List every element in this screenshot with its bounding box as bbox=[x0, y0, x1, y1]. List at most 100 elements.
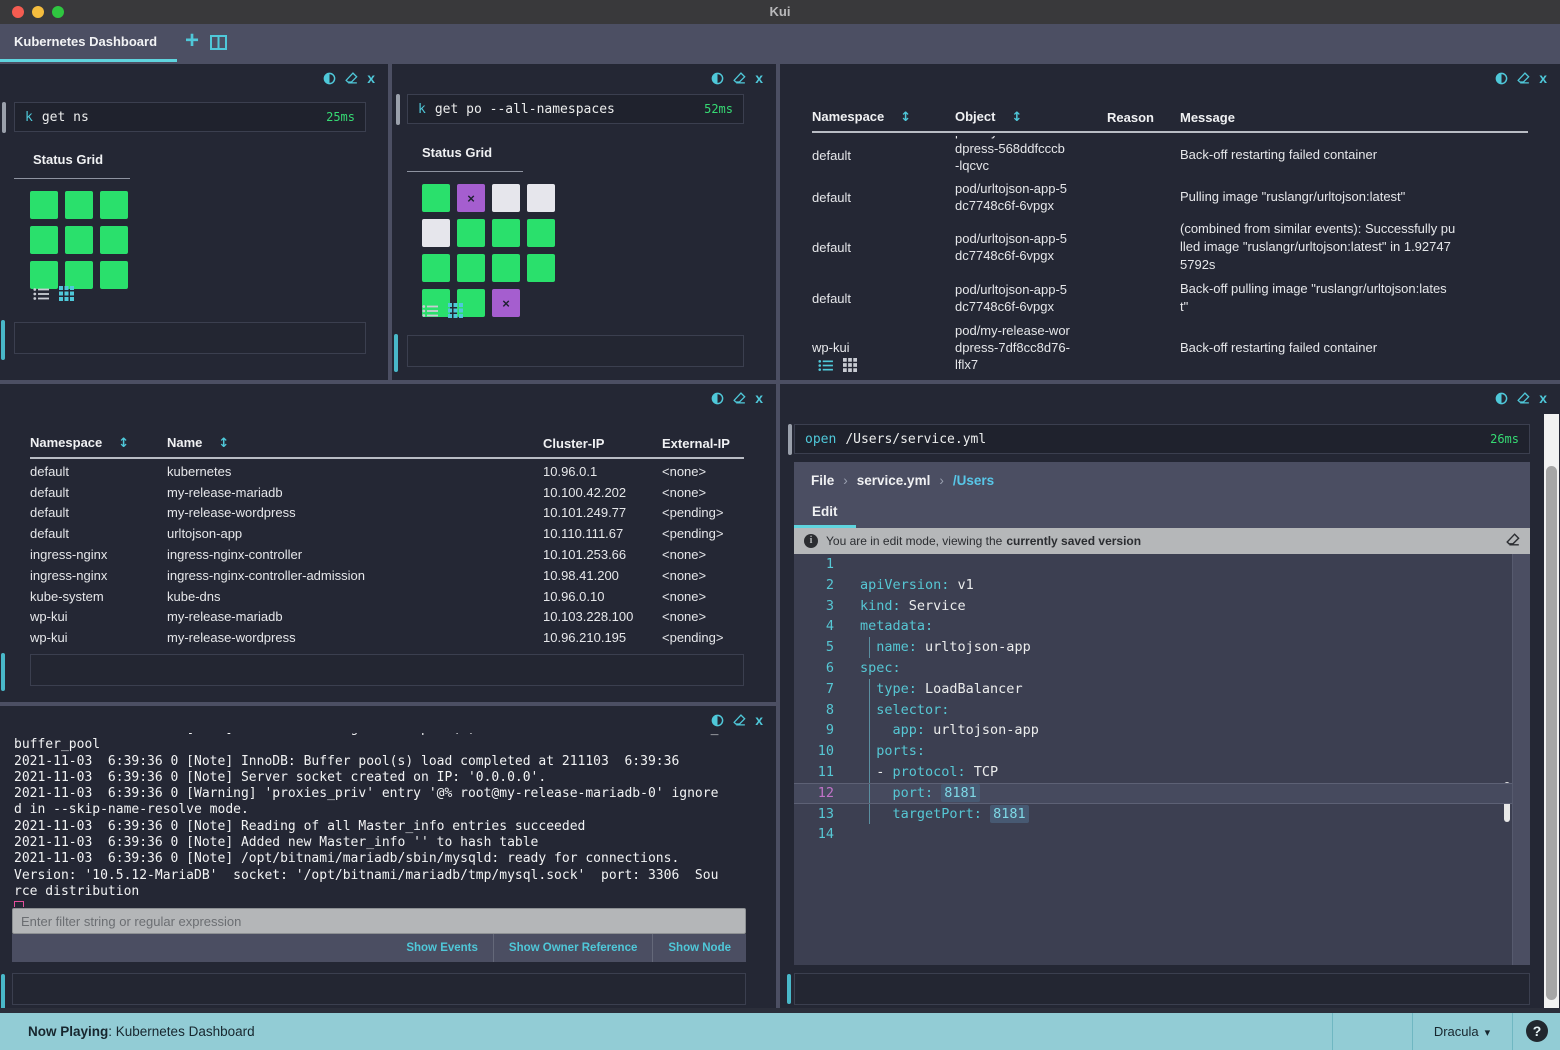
status-tile-ok[interactable] bbox=[30, 191, 58, 219]
table-row[interactable]: defaulturltojson-app10.110.111.67<pendin… bbox=[30, 523, 744, 544]
cell-object[interactable]: pod/urltojson-app-5 dc7748c6f-6vpgx bbox=[955, 281, 1107, 315]
status-tile-error[interactable]: × bbox=[492, 289, 520, 317]
tab-kubernetes-dashboard[interactable]: Kubernetes Dashboard bbox=[0, 24, 177, 62]
status-tile-ok[interactable] bbox=[492, 254, 520, 282]
table-row[interactable]: defaultmy-release-wordpress10.101.249.77… bbox=[30, 503, 744, 524]
editor-line-active[interactable]: 12 port: 8181 bbox=[794, 783, 1512, 804]
show-events-button[interactable]: Show Events bbox=[391, 934, 493, 962]
table-row[interactable]: ingress-nginxingress-nginx-controller10.… bbox=[30, 544, 744, 565]
sidecar-scrollbar-thumb[interactable] bbox=[1546, 466, 1557, 1000]
repl-input[interactable] bbox=[407, 335, 744, 367]
cell-name[interactable]: ingress-nginx-controller-admission bbox=[167, 568, 543, 583]
table-row[interactable]: defaultkubernetes10.96.0.1<none> bbox=[30, 461, 744, 482]
revert-eraser-icon[interactable] bbox=[1506, 533, 1520, 549]
command-block-open[interactable]: open /Users/service.yml 26ms bbox=[794, 424, 1530, 454]
breadcrumb-filename[interactable]: service.yml bbox=[857, 473, 931, 488]
theme-selector[interactable]: Dracula▾ bbox=[1412, 1013, 1512, 1050]
editor-line[interactable]: 2apiVersion: v1 bbox=[794, 575, 1512, 596]
command-block-get-pods[interactable]: k get po --all-namespaces 52ms bbox=[407, 94, 744, 124]
table-row[interactable]: defaultpod/urltojson-app-5 dc7748c6f-6vp… bbox=[812, 177, 1528, 217]
col-name[interactable]: Name↕ bbox=[167, 435, 543, 451]
breadcrumb-file[interactable]: File bbox=[811, 473, 834, 488]
cell-name[interactable]: my-release-mariadb bbox=[167, 609, 543, 624]
editor-line[interactable]: 8 selector: bbox=[794, 700, 1512, 721]
cell-name[interactable]: kubernetes bbox=[167, 464, 543, 479]
sort-icon[interactable]: ↕ bbox=[1011, 110, 1022, 125]
filter-input[interactable] bbox=[12, 908, 746, 934]
cell-object[interactable]: pod/my-release-wor dpress-568ddfcccb -lq… bbox=[955, 136, 1107, 174]
status-tile-ok[interactable] bbox=[492, 219, 520, 247]
table-row[interactable]: defaultmy-release-mariadb10.100.42.202<n… bbox=[30, 482, 744, 503]
yaml-editor[interactable]: 12apiVersion: v13kind: Service4metadata:… bbox=[794, 554, 1513, 965]
col-namespace[interactable]: Namespace↕ bbox=[812, 109, 955, 125]
table-row[interactable]: defaultpod/my-release-wor dpress-568ddfc… bbox=[812, 133, 1528, 177]
table-row[interactable]: wp-kuimy-release-wordpress10.96.210.195<… bbox=[30, 627, 744, 648]
close-panel-icon[interactable]: x bbox=[755, 714, 763, 726]
repl-input[interactable] bbox=[12, 973, 746, 1005]
status-tile-ok[interactable] bbox=[527, 219, 555, 247]
status-grid-tab[interactable]: Status Grid bbox=[422, 145, 492, 160]
status-tile-ok[interactable] bbox=[100, 261, 128, 289]
clear-panel-icon[interactable] bbox=[1517, 72, 1530, 84]
repl-input[interactable] bbox=[14, 322, 366, 354]
clear-panel-icon[interactable] bbox=[345, 72, 358, 84]
status-tile-ok[interactable] bbox=[65, 261, 93, 289]
col-object[interactable]: Object↕ bbox=[955, 109, 1107, 125]
cell-name[interactable]: my-release-wordpress bbox=[167, 630, 543, 645]
status-tile-error[interactable]: × bbox=[457, 184, 485, 212]
split-position-icon[interactable] bbox=[711, 714, 724, 727]
close-panel-icon[interactable]: x bbox=[1539, 72, 1547, 84]
cell-name[interactable]: my-release-wordpress bbox=[167, 505, 543, 520]
editor-line[interactable]: 4metadata: bbox=[794, 616, 1512, 637]
table-row[interactable]: defaultpod/urltojson-app-5 dc7748c6f-6vp… bbox=[812, 277, 1528, 319]
editor-line[interactable]: 14 bbox=[794, 824, 1512, 845]
list-view-icon[interactable] bbox=[33, 287, 49, 306]
log-output[interactable]: 2021-11-03 6:39:35 0 [Note] InnoDB: Load… bbox=[14, 733, 746, 907]
split-position-icon[interactable] bbox=[1495, 72, 1508, 85]
cell-name[interactable]: ingress-nginx-controller bbox=[167, 547, 543, 562]
status-tile-ok[interactable] bbox=[30, 261, 58, 289]
command-block-get-ns[interactable]: k get ns 25ms bbox=[14, 102, 366, 132]
clear-panel-icon[interactable] bbox=[733, 72, 746, 84]
status-tile-ok[interactable] bbox=[422, 254, 450, 282]
editor-line[interactable]: 7 type: LoadBalancer bbox=[794, 679, 1512, 700]
clear-panel-icon[interactable] bbox=[733, 392, 746, 404]
cell-name[interactable]: kube-dns bbox=[167, 589, 543, 604]
status-tile-pending[interactable] bbox=[492, 184, 520, 212]
cell-name[interactable]: my-release-mariadb bbox=[167, 485, 543, 500]
editor-line[interactable]: 11 - protocol: TCP bbox=[794, 762, 1512, 783]
cell-name[interactable]: urltojson-app bbox=[167, 526, 543, 541]
col-namespace[interactable]: Namespace↕ bbox=[30, 435, 167, 451]
status-tile-ok[interactable] bbox=[100, 226, 128, 254]
table-row[interactable]: wp-kuipod/my-release-wor dpress-7df8cc8d… bbox=[812, 319, 1528, 376]
cell-object[interactable]: pod/urltojson-app-5 dc7748c6f-6vpgx bbox=[955, 230, 1107, 264]
split-position-icon[interactable] bbox=[711, 72, 724, 85]
grid-view-icon[interactable] bbox=[843, 358, 857, 377]
split-view-icon[interactable] bbox=[210, 35, 227, 55]
editor-line[interactable]: 3kind: Service bbox=[794, 596, 1512, 617]
sidecar-scrollbar[interactable] bbox=[1544, 414, 1559, 1008]
status-tile-ok[interactable] bbox=[422, 184, 450, 212]
status-tile-pending[interactable] bbox=[422, 219, 450, 247]
editor-line[interactable]: 6spec: bbox=[794, 658, 1512, 679]
split-position-icon[interactable] bbox=[323, 72, 336, 85]
split-position-icon[interactable] bbox=[711, 392, 724, 405]
status-tile-ok[interactable] bbox=[100, 191, 128, 219]
grid-view-icon[interactable] bbox=[448, 303, 463, 323]
clear-panel-icon[interactable] bbox=[1517, 392, 1530, 404]
status-tile-ok[interactable] bbox=[65, 191, 93, 219]
status-tile-pending[interactable] bbox=[527, 184, 555, 212]
sort-icon[interactable]: ↕ bbox=[218, 436, 229, 451]
editor-line[interactable]: 10 ports: bbox=[794, 741, 1512, 762]
table-row[interactable]: ingress-nginxingress-nginx-controller-ad… bbox=[30, 565, 744, 586]
editor-line[interactable]: 1 bbox=[794, 554, 1512, 575]
cell-object[interactable]: pod/urltojson-app-5 dc7748c6f-6vpgx bbox=[955, 180, 1107, 214]
editor-line[interactable]: 13 targetPort: 8181 bbox=[794, 804, 1512, 825]
close-panel-icon[interactable]: x bbox=[1539, 392, 1547, 404]
status-tile-ok[interactable] bbox=[527, 254, 555, 282]
repl-input[interactable] bbox=[30, 654, 744, 686]
help-button[interactable]: ? bbox=[1526, 1020, 1548, 1042]
sort-icon[interactable]: ↕ bbox=[118, 436, 129, 451]
close-panel-icon[interactable]: x bbox=[367, 72, 375, 84]
new-tab-icon[interactable]: + bbox=[185, 27, 199, 55]
